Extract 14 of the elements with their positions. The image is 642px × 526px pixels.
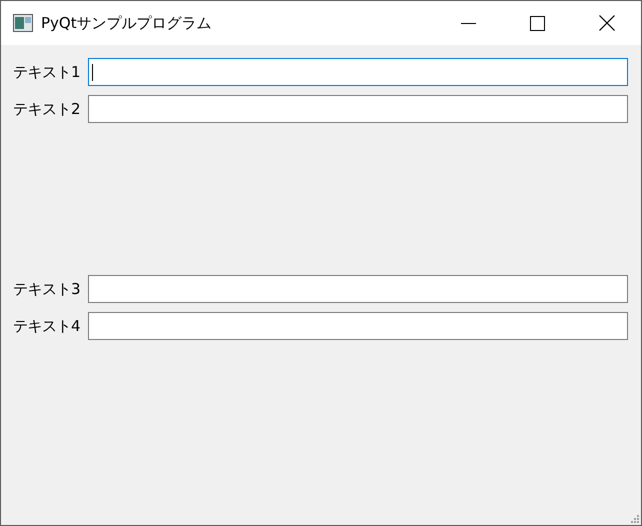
app-icon xyxy=(13,14,33,32)
window-title: PyQtサンプルプログラム xyxy=(41,12,212,34)
minimize-icon xyxy=(461,22,476,24)
close-icon xyxy=(598,15,614,31)
field-label: テキスト4 xyxy=(13,316,82,337)
resize-grip-icon xyxy=(630,514,639,523)
field-label: テキスト3 xyxy=(13,278,82,300)
field-label: テキスト2 xyxy=(13,98,82,120)
text-field[interactable] xyxy=(88,95,628,123)
field-label: テキスト1 xyxy=(13,62,82,83)
text-field[interactable] xyxy=(88,312,628,340)
text-field[interactable] xyxy=(88,58,628,86)
maximize-icon xyxy=(530,16,545,30)
text-field[interactable] xyxy=(88,275,628,303)
